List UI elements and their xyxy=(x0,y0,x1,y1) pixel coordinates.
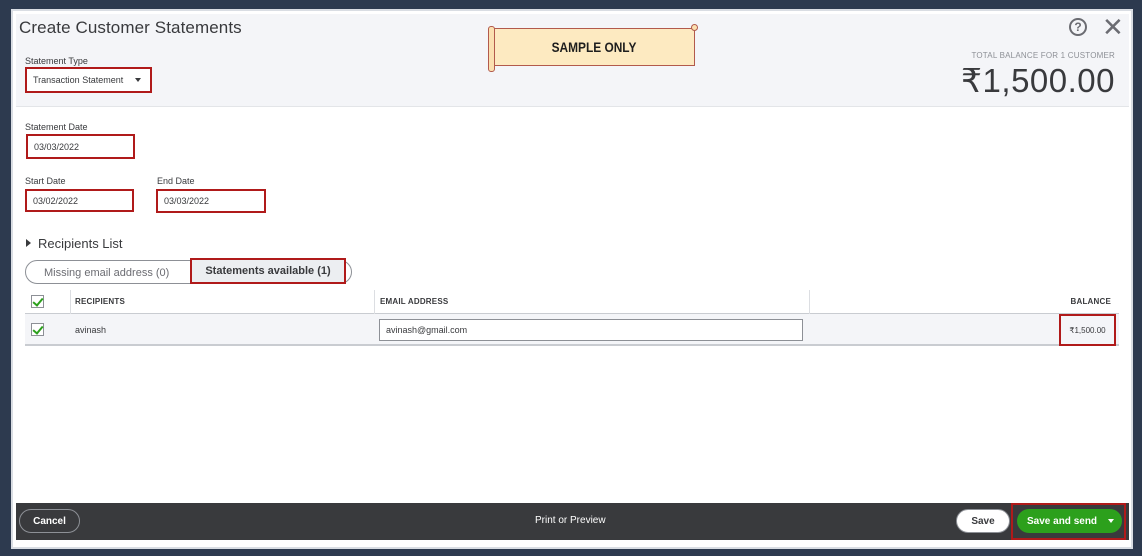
print-preview-link[interactable]: Print or Preview xyxy=(535,515,606,526)
statement-type-highlight: Transaction Statement xyxy=(25,67,152,93)
row-checkbox[interactable] xyxy=(31,323,44,336)
statement-date-input[interactable]: 03/03/2022 xyxy=(29,137,132,156)
table-header-row: RECIPIENTS EMAIL ADDRESS BALANCE xyxy=(25,290,1119,346)
recipient-email-value: avinash@gmail.com xyxy=(386,325,468,335)
statement-type-label: Statement Type xyxy=(25,56,88,66)
stamp-text: SAMPLE ONLY xyxy=(551,39,637,55)
start-date-highlight: 03/02/2022 xyxy=(25,189,134,212)
column-balance: BALANCE xyxy=(1070,297,1111,306)
end-date-value: 03/03/2022 xyxy=(164,196,210,206)
caret-right-icon xyxy=(26,239,31,247)
select-all-checkbox[interactable] xyxy=(31,295,44,308)
save-button[interactable]: Save xyxy=(956,509,1010,533)
recipient-balance: ₹1,500.00 xyxy=(1059,314,1116,346)
cancel-button[interactable]: Cancel xyxy=(19,509,80,533)
chevron-down-icon xyxy=(135,78,141,82)
end-date-input[interactable]: 03/03/2022 xyxy=(159,192,263,210)
save-and-send-label: Save and send xyxy=(1027,515,1098,527)
start-date-value: 03/02/2022 xyxy=(33,195,79,206)
tab-statements-available[interactable]: Statements available (1) xyxy=(190,258,346,284)
header-divider xyxy=(16,106,1129,107)
column-email: EMAIL ADDRESS xyxy=(380,297,449,306)
start-date-input[interactable]: 03/02/2022 xyxy=(28,192,131,209)
statement-type-value: Transaction Statement xyxy=(33,75,124,85)
dropdown-arrow-icon[interactable] xyxy=(1108,519,1114,523)
statement-date-highlight: 03/03/2022 xyxy=(26,134,135,159)
help-icon[interactable]: ? xyxy=(1069,18,1087,36)
recipient-email-input[interactable]: avinash@gmail.com xyxy=(379,319,803,341)
dialog-footer: Cancel Print or Preview Save Save and se… xyxy=(16,503,1129,540)
create-statements-dialog: Create Customer Statements ? ✕ SAMPLE ON… xyxy=(16,14,1129,540)
start-date-label: Start Date xyxy=(25,176,66,186)
recipient-name: avinash xyxy=(75,325,107,335)
sample-only-stamp: SAMPLE ONLY xyxy=(488,24,698,72)
statement-type-select[interactable]: Transaction Statement xyxy=(28,70,149,90)
end-date-highlight: 03/03/2022 xyxy=(156,189,266,213)
total-balance-amount: ₹1,500.00 xyxy=(961,62,1115,99)
statement-date-label: Statement Date xyxy=(25,122,88,132)
end-date-label: End Date xyxy=(157,176,195,186)
statement-date-value: 03/03/2022 xyxy=(34,141,80,152)
dialog-title: Create Customer Statements xyxy=(19,18,242,37)
recipients-list-label: Recipients List xyxy=(38,236,123,251)
table-row: avinash avinash@gmail.com ₹1,500.00 xyxy=(25,314,1119,346)
recipients-list-toggle[interactable]: Recipients List xyxy=(26,236,123,251)
close-icon[interactable]: ✕ xyxy=(1102,14,1124,40)
save-and-send-button[interactable]: Save and send xyxy=(1017,509,1122,533)
column-recipients: RECIPIENTS xyxy=(75,297,126,306)
tab-missing-email[interactable]: Missing email address (0) xyxy=(44,267,169,279)
total-balance-caption: TOTAL BALANCE FOR 1 CUSTOMER xyxy=(971,51,1115,60)
